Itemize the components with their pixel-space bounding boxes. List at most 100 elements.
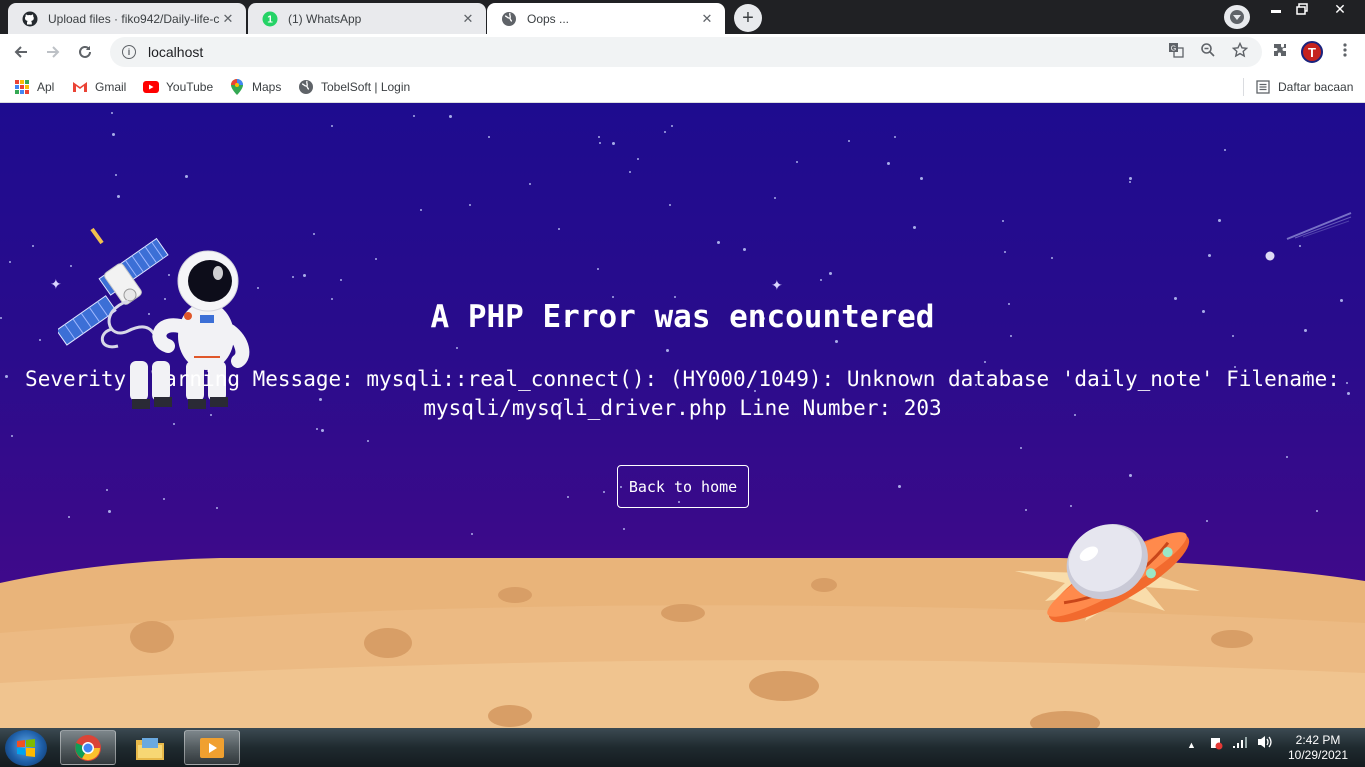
- bookmark-tobelsoft[interactable]: TobelSoft | Login: [298, 77, 410, 97]
- close-icon[interactable]: ✕: [220, 11, 236, 27]
- star: [331, 125, 333, 127]
- star: [367, 440, 369, 442]
- globe-icon: [298, 79, 314, 95]
- back-to-home-button[interactable]: Back to home: [617, 465, 749, 508]
- tab-title: Upload files · fiko942/Daily-life-c: [48, 11, 220, 26]
- star: [558, 228, 560, 230]
- tab-whatsapp[interactable]: 1 (1) WhatsApp ✕: [248, 3, 486, 34]
- window-close-button[interactable]: ✕: [1318, 0, 1362, 18]
- star: [115, 174, 117, 176]
- page-title: A PHP Error was encountered: [430, 299, 935, 335]
- tab-search-button[interactable]: [1224, 5, 1250, 29]
- reload-button[interactable]: [71, 38, 99, 66]
- star: [108, 510, 111, 513]
- close-icon[interactable]: ✕: [460, 11, 476, 27]
- star: [829, 272, 832, 275]
- star: [674, 296, 676, 298]
- tab-oops[interactable]: Oops ... ✕: [487, 3, 725, 34]
- profile-avatar[interactable]: T: [1301, 41, 1323, 63]
- tab-badge: 1: [267, 14, 273, 25]
- clock-time: 2:42 PM: [1295, 733, 1341, 747]
- bookmark-youtube[interactable]: YouTube: [143, 77, 213, 97]
- star: [11, 435, 13, 437]
- star: [1070, 505, 1072, 507]
- star: [920, 177, 923, 180]
- chrome-icon: [75, 734, 101, 761]
- tray-expand-icon[interactable]: ▲: [1187, 740, 1196, 750]
- bookmark-gmail[interactable]: Gmail: [72, 77, 126, 97]
- menu-dots-icon[interactable]: [1336, 41, 1354, 59]
- star: [743, 248, 746, 251]
- star: [669, 204, 671, 206]
- error-message: Severity: Warning Message: mysqli::real_…: [0, 365, 1365, 423]
- star: [1206, 520, 1208, 522]
- star: [173, 423, 175, 425]
- reading-list-button[interactable]: Daftar bacaan: [1255, 77, 1353, 97]
- site-info-icon[interactable]: i: [122, 45, 136, 59]
- star: [32, 245, 34, 247]
- star: [488, 136, 490, 138]
- star: [471, 533, 473, 535]
- star: [316, 428, 318, 430]
- star: [68, 516, 70, 518]
- star: [1020, 447, 1022, 449]
- close-icon[interactable]: ✕: [699, 11, 715, 27]
- minimize-button[interactable]: [1262, 0, 1290, 18]
- media-player-icon: [200, 737, 224, 758]
- star: [774, 197, 776, 199]
- start-button[interactable]: [5, 730, 47, 766]
- astronaut-legs-overlay: [130, 361, 172, 409]
- star: [1051, 257, 1053, 259]
- taskbar-media-player[interactable]: [184, 730, 240, 765]
- star: [623, 528, 625, 530]
- gmail-icon: [72, 79, 88, 95]
- star: [106, 489, 108, 491]
- star: [117, 195, 120, 198]
- star: [1002, 220, 1004, 222]
- star: [671, 125, 673, 127]
- star: [598, 136, 600, 138]
- star: [629, 171, 631, 173]
- browser-toolbar: i localhost G T: [0, 34, 1365, 70]
- star: [303, 274, 306, 277]
- star: [717, 241, 720, 244]
- tray-security-icon[interactable]: [1208, 734, 1224, 753]
- bookmark-star-icon[interactable]: [1231, 41, 1249, 59]
- star: [597, 268, 599, 270]
- bookmark-apps[interactable]: Apl: [14, 77, 54, 97]
- star: [292, 276, 294, 278]
- star: [887, 162, 890, 165]
- address-bar[interactable]: i localhost: [110, 37, 1262, 67]
- new-tab-button[interactable]: +: [734, 4, 762, 32]
- bookmark-label: Gmail: [95, 80, 127, 94]
- tab-strip: Upload files · fiko942/Daily-life-c ✕ 1 …: [0, 0, 1365, 34]
- star: [163, 498, 165, 500]
- github-icon: [22, 11, 38, 27]
- star: [313, 233, 315, 235]
- extensions-puzzle-icon[interactable]: [1271, 41, 1289, 59]
- bookmark-label: Maps: [252, 80, 282, 94]
- zoom-icon[interactable]: [1199, 41, 1217, 59]
- star: [1299, 245, 1301, 247]
- back-button[interactable]: [7, 38, 35, 66]
- tab-github[interactable]: Upload files · fiko942/Daily-life-c ✕: [8, 3, 246, 34]
- taskbar-chrome[interactable]: [60, 730, 116, 765]
- restore-button[interactable]: [1288, 0, 1316, 18]
- star: [111, 112, 113, 114]
- system-clock[interactable]: 2:42 PM 10/29/2021: [1283, 733, 1353, 763]
- windows-logo-icon: [17, 739, 35, 757]
- volume-icon[interactable]: [1256, 734, 1274, 753]
- star: [894, 136, 896, 138]
- star: [216, 507, 218, 509]
- bookmark-maps[interactable]: Maps: [229, 77, 281, 97]
- network-signal-icon[interactable]: [1232, 734, 1248, 753]
- taskbar-explorer[interactable]: [122, 730, 178, 765]
- star: [796, 161, 798, 163]
- star: [567, 496, 569, 498]
- globe-icon: [501, 11, 517, 27]
- translate-icon[interactable]: G: [1167, 41, 1185, 59]
- crashed-ufo-illustration: [1015, 524, 1200, 623]
- svg-text:G: G: [1171, 46, 1176, 53]
- forward-button[interactable]: [39, 38, 67, 66]
- windows-taskbar: ▲ 2:42 PM 10/29/2021: [0, 728, 1365, 767]
